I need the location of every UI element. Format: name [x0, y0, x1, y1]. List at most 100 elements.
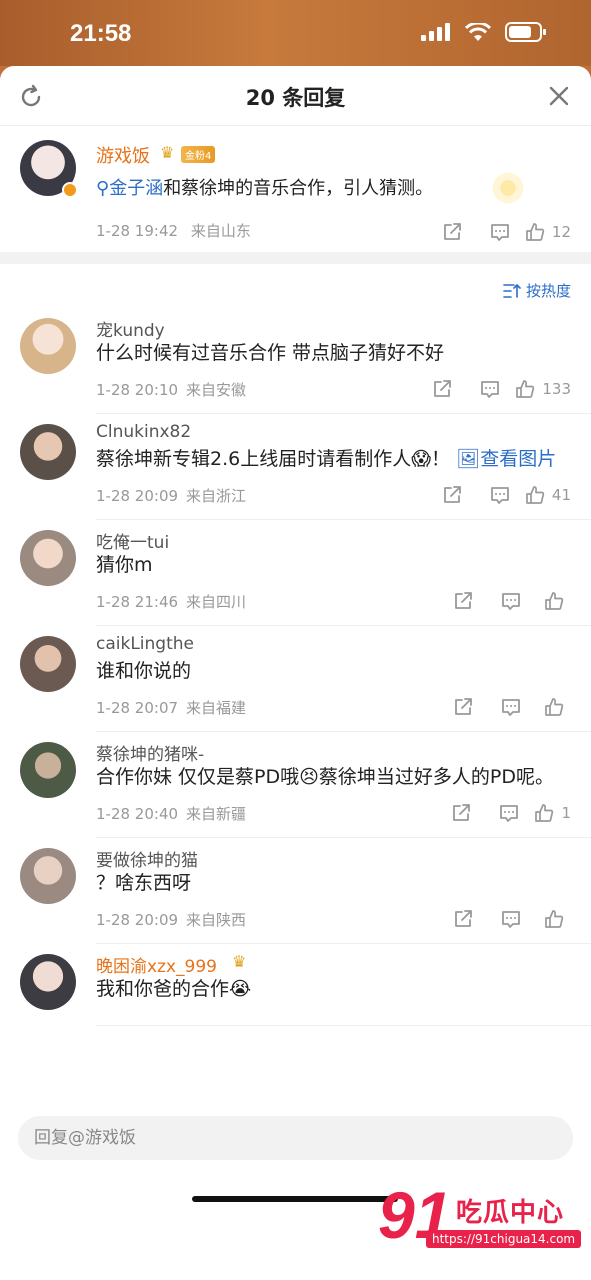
share-icon: [434, 380, 452, 397]
topic-link[interactable]: ⚲金子涵: [96, 178, 163, 199]
comment-icon: [502, 593, 520, 610]
comment-text: 我和你爸的合作😭: [96, 974, 591, 1005]
comment-actions: [439, 905, 571, 933]
avatar[interactable]: [20, 530, 76, 586]
thumbs-up-icon: [526, 486, 545, 504]
comment-text-body: 合作你妹 仅仅是蔡PD哦😣蔡徐坤当过好多人的PD呢。: [96, 766, 555, 788]
like-button[interactable]: [535, 587, 571, 615]
comment-footer: 1-28 20:40 来自新疆 1: [96, 793, 591, 837]
comment-text-body: 猜你m: [96, 554, 153, 576]
view-image-label: 查看图片: [480, 448, 557, 470]
comment-footer: 1-28 20:09 来自陕西: [96, 899, 591, 943]
close-icon[interactable]: [547, 84, 571, 108]
comment-time: 1-28 20:10: [96, 381, 179, 399]
replies-sheet: 20 条回复 游戏饭 ♛ 金粉4 ⚲金子涵和蔡徐坤的音乐合作，引人猜测。 1-2…: [0, 66, 591, 1280]
share-icon: [453, 804, 471, 821]
share-button[interactable]: [437, 799, 485, 827]
comment-item[interactable]: 要做徐坤的猫 ？啥东西呀 1-28 20:09 来自陕西: [20, 838, 591, 944]
comment-text: 什么时候有过音乐合作 带点脑子猜好不好: [96, 338, 591, 369]
like-count: 133: [542, 380, 571, 398]
avatar[interactable]: [20, 848, 76, 904]
comment-meta: 1-28 20:10 来自安徽: [96, 379, 246, 400]
share-button[interactable]: [439, 693, 487, 721]
comment-text: 蔡徐坤新专辑2.6上线届时请看制作人😱！ 🖼查看图片: [96, 444, 591, 475]
comment-item[interactable]: caikLingthe 谁和你说的 1-28 20:07 来自福建: [20, 626, 591, 732]
original-post: 游戏饭 ♛ 金粉4 ⚲金子涵和蔡徐坤的音乐合作，引人猜测。 1-28 19:42…: [0, 126, 591, 252]
comment-item[interactable]: 晚困渝xzx_999 ♛ 我和你爸的合作😭: [20, 944, 591, 1026]
comment-icon: [502, 911, 520, 928]
avatar[interactable]: [20, 424, 76, 480]
like-button[interactable]: [535, 693, 571, 721]
comment-item[interactable]: 宠kundy 什么时候有过音乐合作 带点脑子猜好不好 1-28 20:10 来自安徽 1…: [20, 308, 591, 414]
comment-time: 1-28 20:40: [96, 805, 179, 823]
share-icon: [455, 592, 472, 609]
commenter-name[interactable]: 蔡徐坤的猪咪-: [96, 732, 591, 765]
comment-text: 合作你妹 仅仅是蔡PD哦😣蔡徐坤当过好多人的PD呢。: [96, 762, 591, 793]
like-button[interactable]: [535, 905, 571, 933]
comment-item[interactable]: Clnukinx82 蔡徐坤新专辑2.6上线届时请看制作人😱！ 🖼查看图片 1-28…: [20, 414, 591, 520]
comment-button[interactable]: [487, 693, 535, 721]
comment-icon: [491, 224, 509, 241]
comment-text-body: 蔡徐坤新专辑2.6上线届时请看制作人😱！: [96, 448, 451, 470]
post-author-name[interactable]: 游戏饭: [96, 142, 150, 168]
sort-label: 按热度: [525, 282, 571, 300]
battery-icon: [505, 22, 546, 42]
thumbs-up-icon: [526, 223, 545, 241]
comment-footer: 1-28 20:07 来自福建: [96, 687, 591, 731]
avatar[interactable]: [20, 318, 76, 374]
reply-input[interactable]: 回复@游戏饭: [18, 1116, 573, 1160]
home-indicator: [192, 1196, 398, 1202]
avatar[interactable]: [20, 954, 76, 1010]
comment-location: 来自陕西: [186, 911, 247, 929]
commenter-name[interactable]: Clnukinx82: [96, 414, 591, 444]
sort-by-heat-button[interactable]: 按热度: [503, 280, 571, 301]
share-button[interactable]: [428, 481, 476, 509]
thumbs-up-icon: [545, 698, 564, 716]
like-button[interactable]: 133: [514, 375, 571, 403]
share-button[interactable]: [439, 587, 487, 615]
comment-actions: 133: [418, 375, 571, 403]
comment-button[interactable]: [487, 587, 535, 615]
sort-bar: 按热度: [0, 264, 591, 308]
thumbs-up-icon: [535, 804, 554, 822]
comment-button[interactable]: [476, 218, 524, 246]
commenter-name[interactable]: caikLingthe: [96, 626, 591, 656]
share-button[interactable]: [418, 375, 466, 403]
commenter-name[interactable]: 要做徐坤的猫: [96, 838, 591, 871]
like-button[interactable]: 1: [533, 799, 571, 827]
comment-time: 1-28 21:46: [96, 593, 179, 611]
sparkle-icon: [490, 170, 526, 206]
comment-button[interactable]: [476, 481, 524, 509]
comment-button[interactable]: [487, 905, 535, 933]
commenter-name[interactable]: 宠kundy: [96, 308, 591, 341]
sort-icon: [503, 283, 521, 298]
commenter-name[interactable]: 晚困渝xzx_999: [96, 944, 591, 977]
like-count: 12: [551, 223, 571, 241]
comment-location: 来自福建: [186, 699, 247, 717]
comment-item[interactable]: 蔡徐坤的猪咪- 合作你妹 仅仅是蔡PD哦😣蔡徐坤当过好多人的PD呢。 1-28 20…: [20, 732, 591, 838]
commenter-name[interactable]: 吃俺一tui: [96, 520, 591, 553]
like-button[interactable]: 12: [524, 218, 571, 246]
like-count: 1: [561, 804, 571, 822]
comment-item[interactable]: 吃俺一tui 猜你m 1-28 21:46 来自四川: [20, 520, 591, 626]
like-count: 41: [551, 486, 571, 504]
comment-button[interactable]: [466, 375, 514, 403]
sheet-header: 20 条回复: [0, 66, 591, 126]
comment-location: 来自安徽: [186, 381, 247, 399]
comment-button[interactable]: [485, 799, 533, 827]
avatar[interactable]: [20, 636, 76, 692]
share-icon: [455, 698, 472, 715]
comment-actions: 41: [428, 481, 571, 509]
share-button[interactable]: [428, 218, 476, 246]
comment-meta: 1-28 20:07 来自福建: [96, 697, 246, 718]
thumbs-up-icon: [545, 910, 564, 928]
comment-text-body: 谁和你说的: [96, 660, 192, 682]
avatar[interactable]: [20, 742, 76, 798]
post-location: 来自山东: [190, 222, 251, 240]
comment-meta: 1-28 20:40 来自新疆: [96, 803, 246, 824]
like-button[interactable]: 41: [524, 481, 571, 509]
view-image-link[interactable]: 🖼查看图片: [456, 448, 556, 470]
post-meta: 1-28 19:42 来自山东: [96, 220, 251, 241]
share-button[interactable]: [439, 905, 487, 933]
comment-location: 来自新疆: [186, 805, 247, 823]
